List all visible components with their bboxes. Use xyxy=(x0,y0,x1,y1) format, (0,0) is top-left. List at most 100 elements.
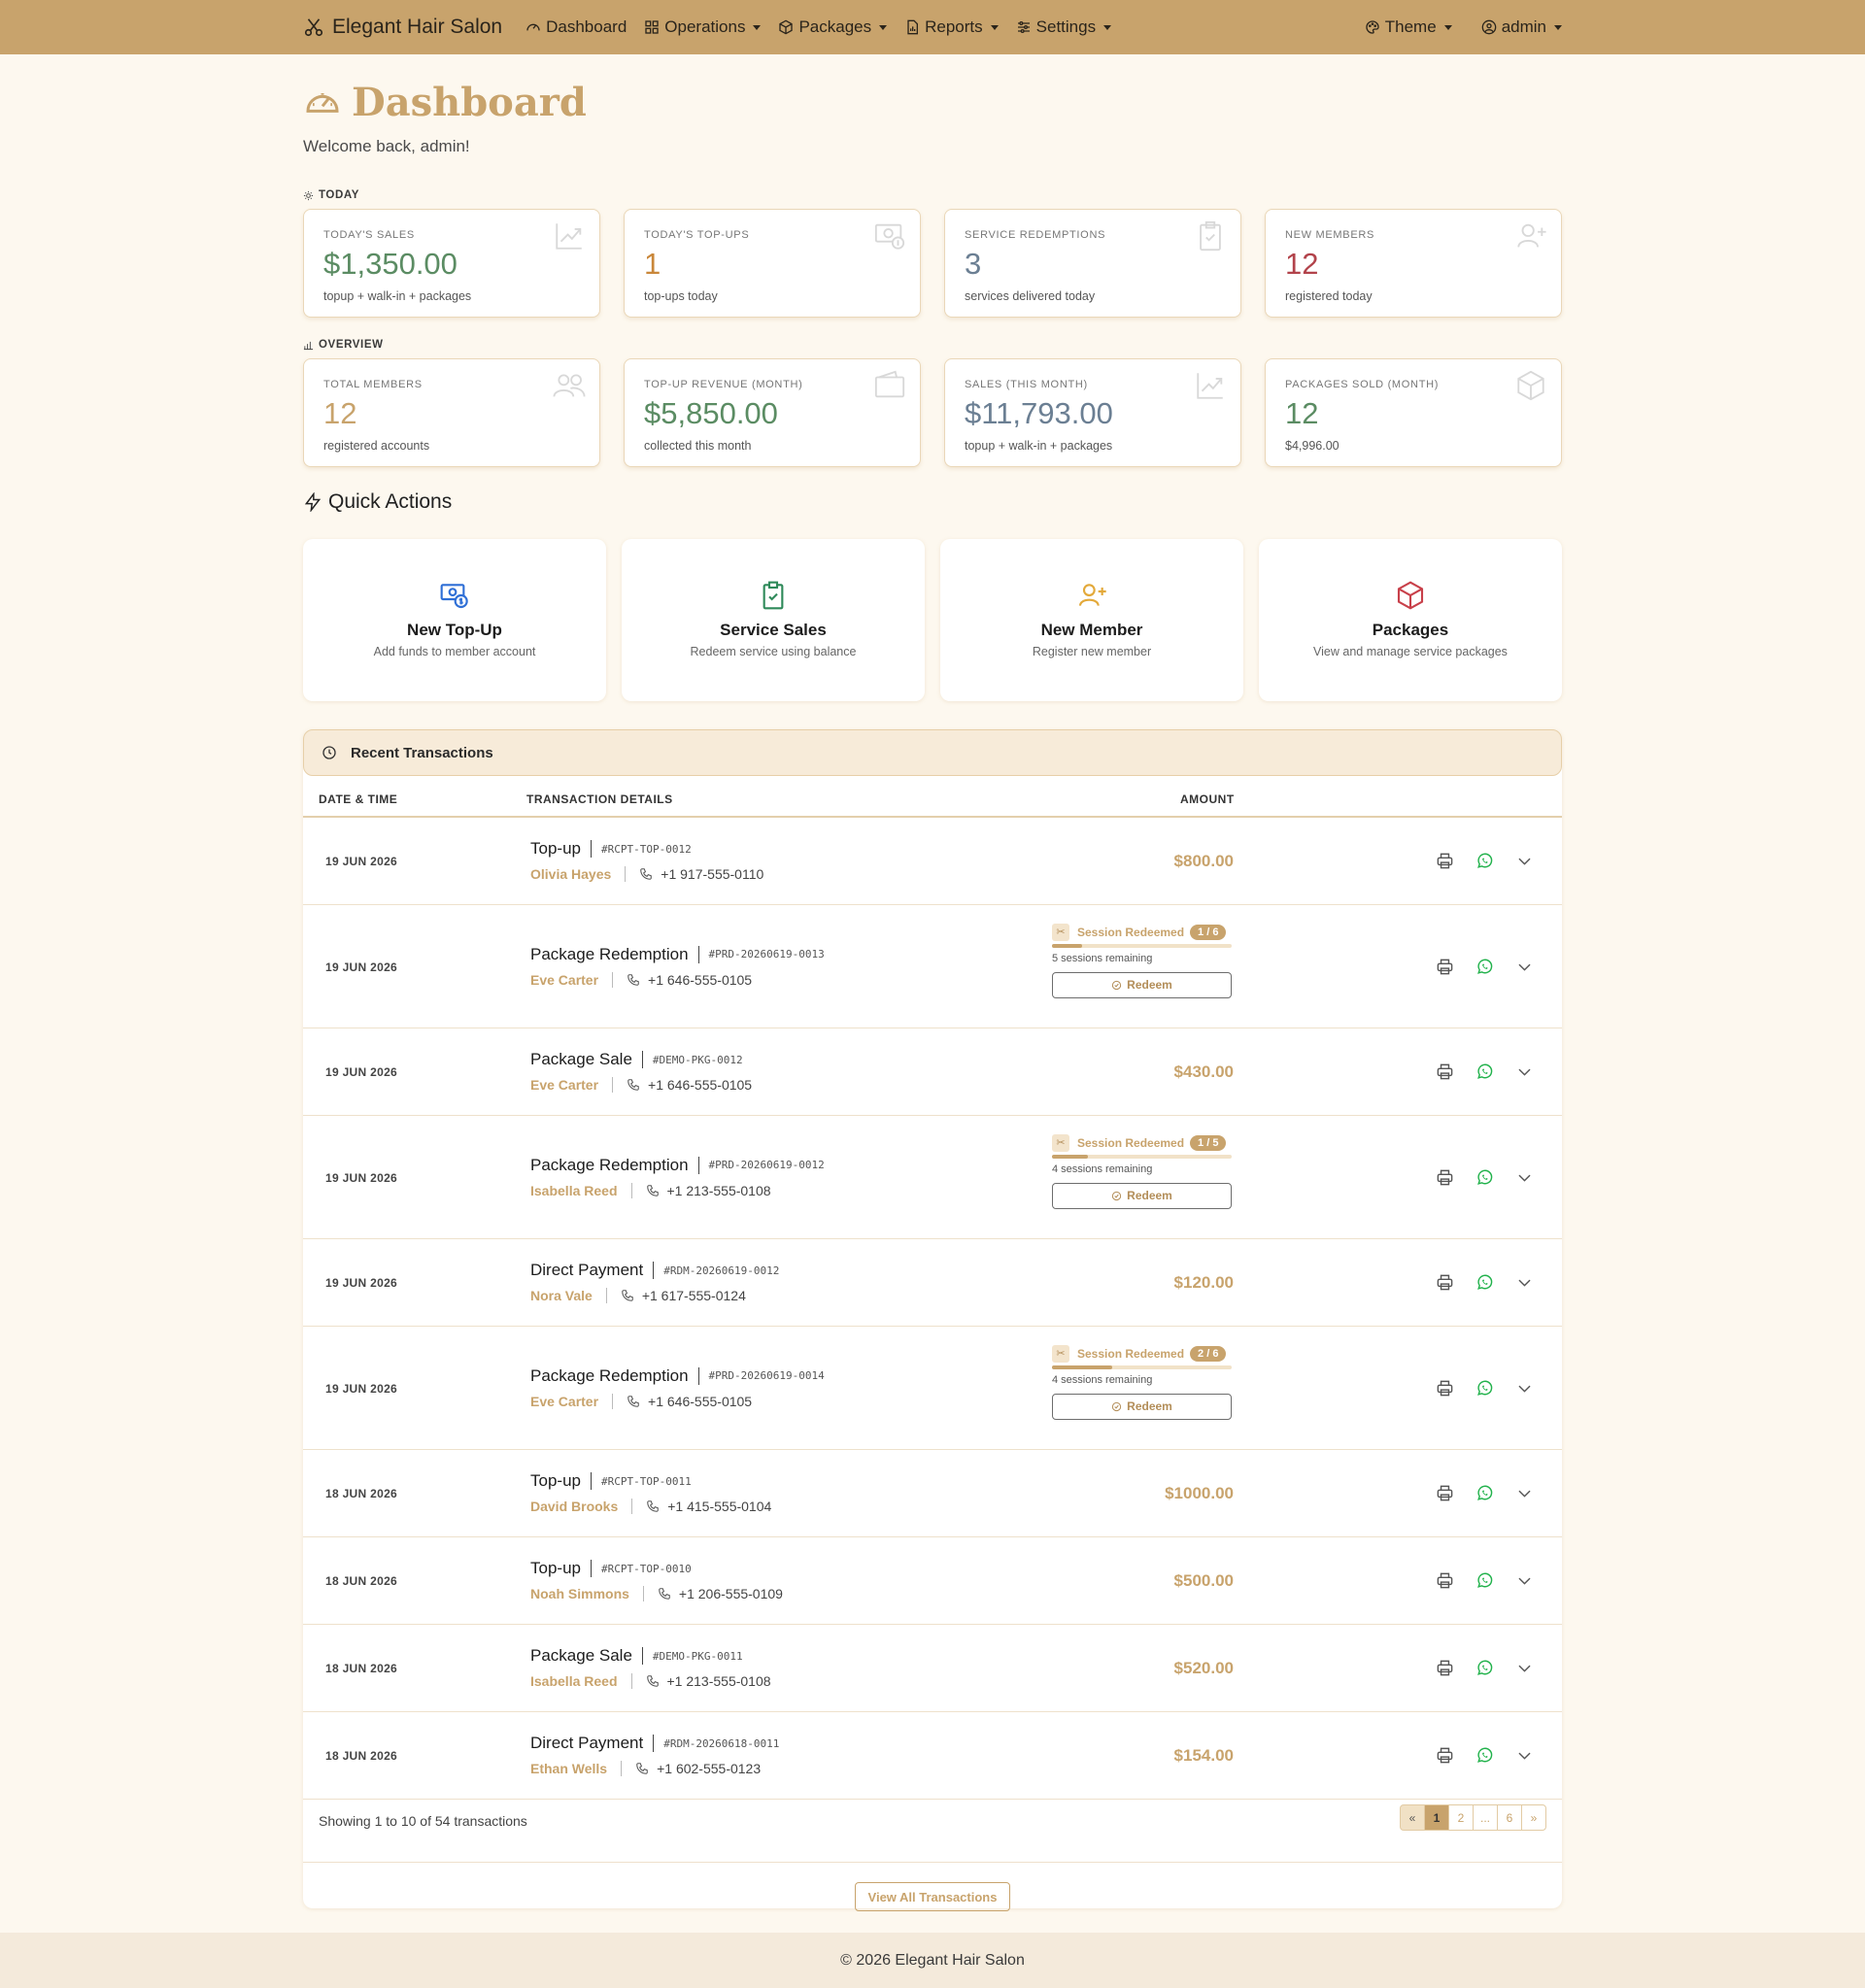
expand-row-button[interactable] xyxy=(1515,1571,1534,1595)
customer-name-link[interactable]: Nora Vale xyxy=(530,1288,593,1303)
table-row: 19 JUN 2026 Package Sale #DEMO-PKG-0012 Eve… xyxy=(303,1028,1562,1116)
customer-phone: +1 415-555-0104 xyxy=(667,1499,772,1514)
divider xyxy=(653,1735,655,1752)
quick-action-new-member[interactable]: New Member Register new member xyxy=(940,539,1243,701)
stat-value: 12 xyxy=(1285,396,1319,430)
nav-reports[interactable]: Reports xyxy=(904,17,999,37)
nav-packages[interactable]: Packages xyxy=(778,17,888,37)
transaction-date: 18 JUN 2026 xyxy=(325,1662,398,1675)
transaction-amount: $430.00 xyxy=(1173,1062,1234,1081)
expand-row-button[interactable] xyxy=(1515,1746,1534,1769)
print-button[interactable] xyxy=(1436,1659,1454,1682)
quick-action-desc: Add funds to member account xyxy=(373,645,536,658)
stat-card-today-topups: TODAY'S TOP-UPS 1 top-ups today xyxy=(624,209,921,318)
pagination-prev[interactable]: « xyxy=(1400,1804,1425,1831)
welcome-text: Welcome back, admin! xyxy=(303,137,470,155)
transaction-customer: Eve Carter +1 646-555-0105 xyxy=(530,971,825,988)
print-button[interactable] xyxy=(1436,1379,1454,1402)
pagination-page-1[interactable]: 1 xyxy=(1424,1804,1449,1831)
main-content: Dashboard Welcome back, admin! TODAY TOD… xyxy=(303,54,1562,1911)
whatsapp-button[interactable] xyxy=(1475,852,1494,875)
bar-chart-icon xyxy=(303,341,314,350)
whatsapp-button[interactable] xyxy=(1475,1571,1494,1595)
user-dropdown[interactable]: admin xyxy=(1481,17,1562,37)
page-header: Dashboard xyxy=(303,80,1562,125)
person-plus-icon xyxy=(1078,584,1106,606)
transaction-customer: Isabella Reed +1 213-555-0108 xyxy=(530,1182,825,1198)
stat-card-today-sales: TODAY'S SALES $1,350.00 topup + walk-in … xyxy=(303,209,600,318)
transaction-details: Top-up #RCPT-TOP-0012 Olivia Hayes +1 917-5… xyxy=(530,839,763,882)
theme-dropdown[interactable]: Theme xyxy=(1365,17,1452,37)
transaction-details: Package Sale #DEMO-PKG-0011 Isabella Reed +… xyxy=(530,1646,771,1689)
view-all-transactions-button[interactable]: View All Transactions xyxy=(855,1882,1010,1911)
customer-name-link[interactable]: Ethan Wells xyxy=(530,1761,607,1776)
redeem-button[interactable]: Redeem xyxy=(1052,1393,1232,1420)
table-row: 19 JUN 2026 Package Redemption #PRD-202606… xyxy=(303,1327,1562,1450)
recent-transactions-title: Recent Transactions xyxy=(351,744,493,761)
expand-row-button[interactable] xyxy=(1515,1168,1534,1192)
brand-link[interactable]: Elegant Hair Salon xyxy=(303,16,502,39)
divider xyxy=(697,1156,699,1174)
quick-action-service-sales[interactable]: Service Sales Redeem service using balan… xyxy=(622,539,925,701)
print-button[interactable] xyxy=(1436,1484,1454,1507)
print-button[interactable] xyxy=(1436,1571,1454,1595)
scissors-icon: ✂ xyxy=(1052,1344,1069,1363)
quick-action-name: New Top-Up xyxy=(407,621,502,639)
stat-card-packages-sold: PACKAGES SOLD (MONTH) 12 $4,996.00 xyxy=(1265,358,1562,467)
expand-row-button[interactable] xyxy=(1515,1062,1534,1086)
customer-name-link[interactable]: Isabella Reed xyxy=(530,1673,618,1689)
phone-icon xyxy=(627,973,639,986)
transaction-type: Top-up xyxy=(530,839,581,858)
whatsapp-button[interactable] xyxy=(1475,958,1494,981)
whatsapp-button[interactable] xyxy=(1475,1273,1494,1297)
quick-action-new-topup[interactable]: New Top-Up Add funds to member account xyxy=(303,539,606,701)
expand-row-button[interactable] xyxy=(1515,852,1534,875)
whatsapp-button[interactable] xyxy=(1475,1659,1494,1682)
redeem-button[interactable]: Redeem xyxy=(1052,1182,1232,1209)
customer-name-link[interactable]: Eve Carter xyxy=(530,1394,598,1409)
quick-action-packages[interactable]: Packages View and manage service package… xyxy=(1259,539,1562,701)
nav-operations[interactable]: Operations xyxy=(644,17,762,37)
customer-name-link[interactable]: Olivia Hayes xyxy=(530,866,611,882)
transaction-type-line: Package Redemption #PRD-20260619-0013 xyxy=(530,945,825,964)
pagination-page-2[interactable]: 2 xyxy=(1448,1804,1474,1831)
cash-icon xyxy=(874,223,905,250)
expand-row-button[interactable] xyxy=(1515,1379,1534,1402)
divider xyxy=(653,1262,655,1279)
whatsapp-button[interactable] xyxy=(1475,1168,1494,1192)
box-icon xyxy=(779,19,794,35)
transaction-amount: $120.00 xyxy=(1173,1273,1234,1292)
expand-row-button[interactable] xyxy=(1515,1659,1534,1682)
customer-name-link[interactable]: Eve Carter xyxy=(530,972,598,988)
print-button[interactable] xyxy=(1436,1062,1454,1086)
redeem-button[interactable]: Redeem xyxy=(1052,971,1232,998)
whatsapp-button[interactable] xyxy=(1475,1746,1494,1769)
pagination-page-6[interactable]: 6 xyxy=(1497,1804,1522,1831)
print-button[interactable] xyxy=(1436,1168,1454,1192)
customer-name-link[interactable]: Isabella Reed xyxy=(530,1183,618,1198)
print-button[interactable] xyxy=(1436,958,1454,981)
nav-settings[interactable]: Settings xyxy=(1016,17,1112,37)
whatsapp-button[interactable] xyxy=(1475,1062,1494,1086)
customer-name-link[interactable]: David Brooks xyxy=(530,1499,618,1514)
nav-dashboard[interactable]: Dashboard xyxy=(526,17,627,37)
stat-card-topup-revenue: TOP-UP REVENUE (MONTH) $5,850.00 collect… xyxy=(624,358,921,467)
expand-row-button[interactable] xyxy=(1515,958,1534,981)
print-button[interactable] xyxy=(1436,1746,1454,1769)
print-button[interactable] xyxy=(1436,1273,1454,1297)
customer-name-link[interactable]: Noah Simmons xyxy=(530,1586,629,1601)
lightning-icon xyxy=(304,492,322,512)
whatsapp-button[interactable] xyxy=(1475,1379,1494,1402)
session-progress-fill xyxy=(1052,1154,1088,1159)
table-row: 18 JUN 2026 Direct Payment #RDM-20260618-0… xyxy=(303,1712,1562,1800)
pagination-next[interactable]: » xyxy=(1521,1804,1546,1831)
transaction-details: Top-up #RCPT-TOP-0011 David Brooks +1 415-5… xyxy=(530,1471,771,1514)
whatsapp-button[interactable] xyxy=(1475,1484,1494,1507)
transaction-type: Direct Payment xyxy=(530,1734,644,1752)
expand-row-button[interactable] xyxy=(1515,1484,1534,1507)
divider xyxy=(630,1673,632,1689)
print-button[interactable] xyxy=(1436,852,1454,875)
customer-name-link[interactable]: Eve Carter xyxy=(530,1077,598,1093)
expand-row-button[interactable] xyxy=(1515,1273,1534,1297)
row-actions xyxy=(1436,958,1534,981)
